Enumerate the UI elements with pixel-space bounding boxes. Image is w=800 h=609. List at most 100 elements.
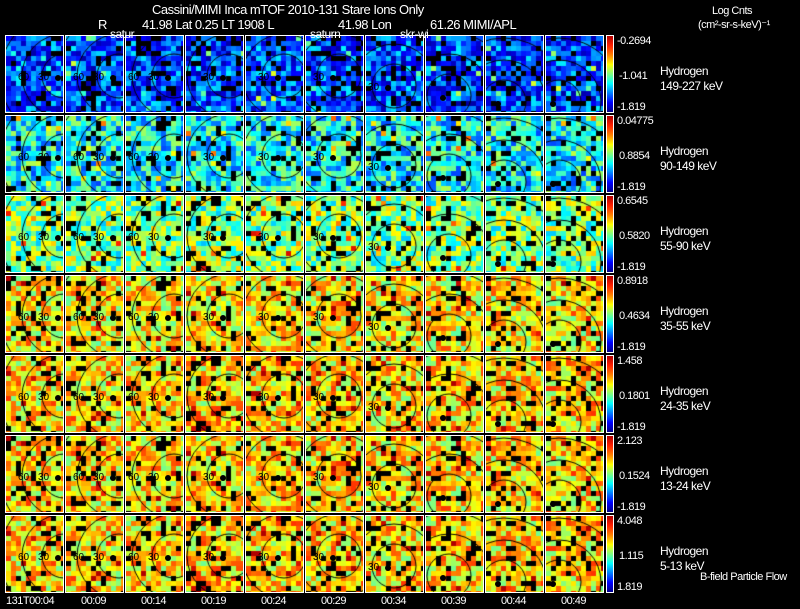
saturn-marker	[440, 175, 446, 181]
time-tick-label: 00:44	[501, 595, 527, 607]
panel-r1-c6: 30	[365, 115, 424, 193]
contour-overlay: 30 60	[18, 232, 61, 243]
saturn-marker	[165, 555, 171, 561]
bfield-note: B-field Particle Flow	[700, 571, 787, 583]
saturn-marker	[275, 475, 281, 481]
saturn-marker	[440, 575, 446, 581]
saturn-marker	[330, 395, 336, 401]
panel-r4-c2: 30 60	[125, 355, 184, 433]
panel-r3-c4: 30	[245, 275, 304, 353]
time-tick-label: 00:09	[81, 595, 107, 607]
panel-r6-c2: 30 60	[125, 515, 184, 593]
contour-overlay: 30	[313, 232, 336, 243]
contour-label: 60	[73, 472, 85, 483]
species-label: Hydrogen	[660, 464, 709, 478]
panel-r4-c3: 30	[185, 355, 244, 433]
panel-r2-c2: 30 60	[125, 195, 184, 273]
saturn-marker	[275, 555, 281, 561]
saturn-marker	[110, 235, 116, 241]
time-tick-label: 00:49	[561, 595, 587, 607]
contour-label: 30	[203, 232, 215, 243]
contour-overlay: 30	[258, 312, 281, 323]
contour-label: 30	[313, 232, 325, 243]
panel-r2-c1: 30 60	[65, 195, 124, 273]
saturn-marker	[55, 315, 61, 321]
energy-label: 13-24 keV	[660, 479, 711, 493]
colorbar-mid: 1.115	[619, 550, 644, 562]
panel-r4-c9	[545, 355, 604, 433]
panel-r1-c8	[485, 115, 544, 193]
contour-overlay	[550, 421, 556, 427]
contour-label: 30	[258, 312, 270, 323]
contour-label: 30	[313, 392, 325, 403]
time-tick-label: 131T00:04	[6, 595, 55, 607]
saturn-marker	[220, 235, 226, 241]
overlay-label-skr: skr-wi	[400, 27, 429, 41]
contour-label: 30	[93, 72, 105, 83]
contour-overlay	[495, 341, 501, 347]
saturn-marker	[385, 245, 391, 251]
panel-r3-c5: 30	[305, 275, 364, 353]
contour-overlay: 30 60	[128, 392, 171, 403]
contour-overlay	[495, 581, 501, 587]
panel-r6-c5: 30	[305, 515, 364, 593]
position-2: 41.98 Lon	[338, 17, 392, 32]
panel-r4-c0: 30 60	[5, 355, 64, 433]
contour-overlay	[550, 101, 556, 107]
contour-overlay: 30 60	[128, 232, 171, 243]
saturn-marker	[110, 75, 116, 81]
saturn-marker	[385, 325, 391, 331]
saturn-marker	[110, 395, 116, 401]
saturn-marker	[550, 501, 556, 507]
saturn-marker	[330, 155, 336, 161]
contour-label: 30	[368, 162, 380, 173]
panel-r3-c1: 30 60	[65, 275, 124, 353]
mimi-inca-plot: Cassini/MIMI Inca mTOF 2010-131 Stare Io…	[0, 0, 800, 609]
contour-label: 30	[93, 392, 105, 403]
saturn-marker	[440, 95, 446, 101]
saturn-marker	[495, 181, 501, 187]
panel-r0-c8	[485, 35, 544, 113]
panel-r3-c2: 30 60	[125, 275, 184, 353]
saturn-marker	[550, 421, 556, 427]
saturn-marker	[330, 315, 336, 321]
saturn-marker	[440, 335, 446, 341]
panel-r5-c6: 30	[365, 435, 424, 513]
contour-label: 30	[148, 392, 160, 403]
saturn-marker	[165, 155, 171, 161]
contour-overlay: 30	[368, 402, 391, 413]
colorbar-min: -1.819	[617, 181, 646, 193]
contour-label: 30	[258, 232, 270, 243]
contour-label: 60	[128, 552, 140, 563]
contour-label: 60	[73, 552, 85, 563]
contour-overlay	[440, 575, 446, 581]
contour-label: 30	[93, 312, 105, 323]
saturn-marker	[220, 155, 226, 161]
contour-label: 30	[93, 472, 105, 483]
contour-label: 60	[18, 472, 30, 483]
colorbar-max: -0.2694	[617, 35, 651, 47]
contour-overlay: 30 60	[73, 472, 116, 483]
contour-label: 30	[93, 552, 105, 563]
contour-label: 60	[73, 392, 85, 403]
species-label: Hydrogen	[660, 304, 709, 318]
colorbar-min: -1.819	[617, 101, 646, 113]
contour-label: 30	[38, 472, 50, 483]
panel-r6-c0: 30 60	[5, 515, 64, 593]
saturn-marker	[440, 255, 446, 261]
saturn-marker	[495, 501, 501, 507]
panel-r2-c8	[485, 195, 544, 273]
saturn-marker	[275, 75, 281, 81]
colorbar-min: -1.819	[617, 501, 646, 513]
contour-label: 60	[73, 152, 85, 163]
time-tick-label: 00:39	[441, 595, 467, 607]
panel-r0-c2: 30 60	[125, 35, 184, 113]
contour-overlay: 30	[313, 72, 336, 83]
colorbar-3	[606, 275, 614, 353]
contour-overlay: 30 60	[73, 392, 116, 403]
contour-label: 30	[148, 312, 160, 323]
saturn-marker	[495, 421, 501, 427]
contour-label: 30	[368, 242, 380, 253]
units-line2: (cm²-sr-s-keV)⁻¹	[698, 19, 770, 31]
colorbar-0	[606, 35, 614, 113]
